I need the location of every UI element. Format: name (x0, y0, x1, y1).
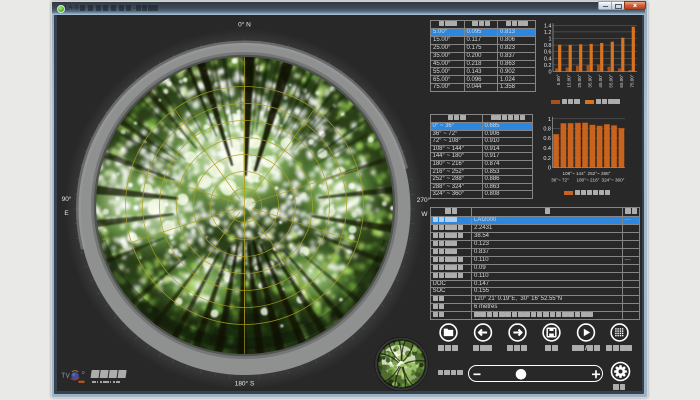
svg-text:324°~ 360°: 324°~ 360° (602, 178, 625, 183)
svg-text:252°~ 288°: 252°~ 288° (588, 171, 611, 176)
svg-text:25.00°: 25.00° (577, 74, 582, 87)
svg-text:65.00°: 65.00° (619, 74, 624, 87)
svg-text:1: 1 (548, 37, 551, 43)
svg-text:0.4: 0.4 (544, 56, 552, 62)
svg-text:0.4: 0.4 (543, 146, 551, 152)
svg-text:75.00°: 75.00° (630, 74, 635, 87)
svg-text:55.00°: 55.00° (609, 74, 614, 87)
svg-text:90°: 90° (62, 195, 72, 203)
svg-text:36°~ 72°: 36°~ 72° (551, 178, 569, 183)
svg-text:108°~ 144°: 108°~ 144° (563, 171, 586, 176)
svg-text:0.2: 0.2 (543, 156, 551, 162)
svg-text:W: W (421, 211, 428, 218)
svg-text:0.2: 0.2 (544, 63, 552, 69)
svg-text:1.4: 1.4 (544, 23, 552, 29)
svg-text:0.8: 0.8 (544, 43, 552, 49)
svg-text:0.8: 0.8 (543, 127, 551, 133)
svg-text:0: 0 (548, 70, 551, 76)
svg-text:5.00°: 5.00° (556, 74, 561, 85)
svg-text:E: E (64, 210, 69, 217)
svg-text:0° N: 0° N (238, 21, 251, 29)
svg-text:0: 0 (548, 166, 551, 172)
svg-text:35.00°: 35.00° (588, 74, 593, 87)
svg-text:180° S: 180° S (235, 380, 255, 388)
svg-text:1: 1 (548, 117, 551, 123)
svg-text:0.6: 0.6 (544, 50, 552, 56)
svg-text:180°~ 216°: 180°~ 216° (577, 178, 600, 183)
svg-text:15.00°: 15.00° (567, 74, 572, 87)
svg-text:45.00°: 45.00° (598, 74, 603, 87)
svg-text:0.6: 0.6 (543, 136, 551, 142)
svg-text:1.2: 1.2 (544, 30, 552, 36)
